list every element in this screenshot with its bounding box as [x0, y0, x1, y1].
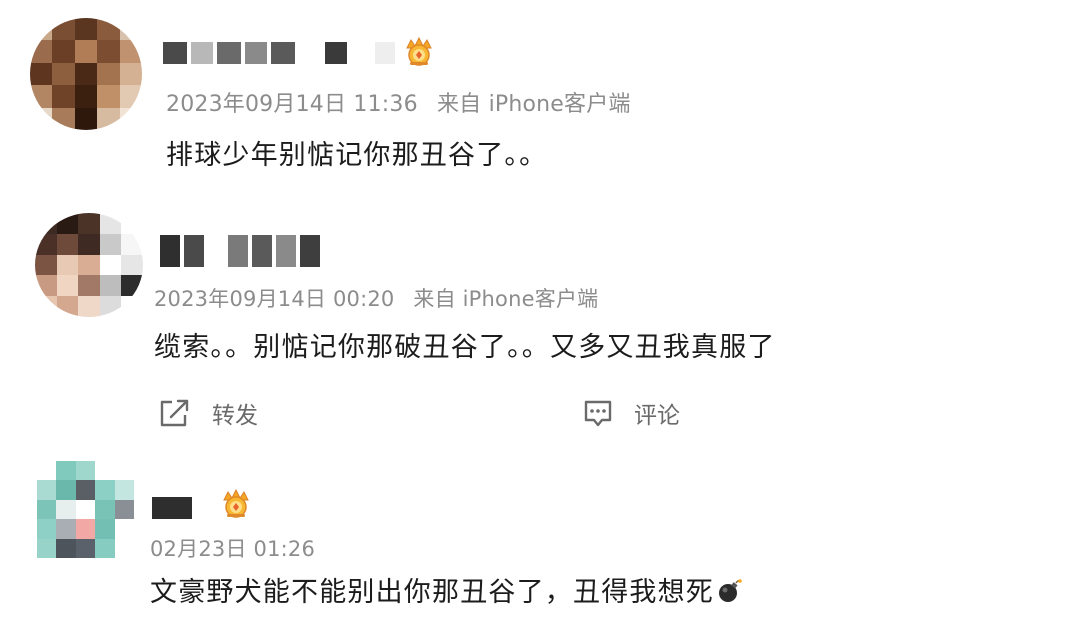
comment-item-3: 02月23日 01:26 文豪野犬能不能别出你那丑谷了，丑得我想死 — [0, 0, 1080, 618]
user-avatar[interactable] — [37, 461, 134, 558]
comment-meta: 02月23日 01:26 — [150, 533, 315, 563]
blur-block — [152, 497, 192, 519]
bomb-emoji-icon — [719, 579, 742, 602]
crown-badge-icon — [223, 488, 249, 518]
comment-text-content: 文豪野犬能不能别出你那丑谷了，丑得我想死 — [150, 577, 714, 608]
comment-time: 02月23日 01:26 — [150, 537, 316, 561]
comment-text: 文豪野犬能不能别出你那丑谷了，丑得我想死 — [150, 570, 742, 609]
username-blurred[interactable] — [152, 497, 192, 519]
